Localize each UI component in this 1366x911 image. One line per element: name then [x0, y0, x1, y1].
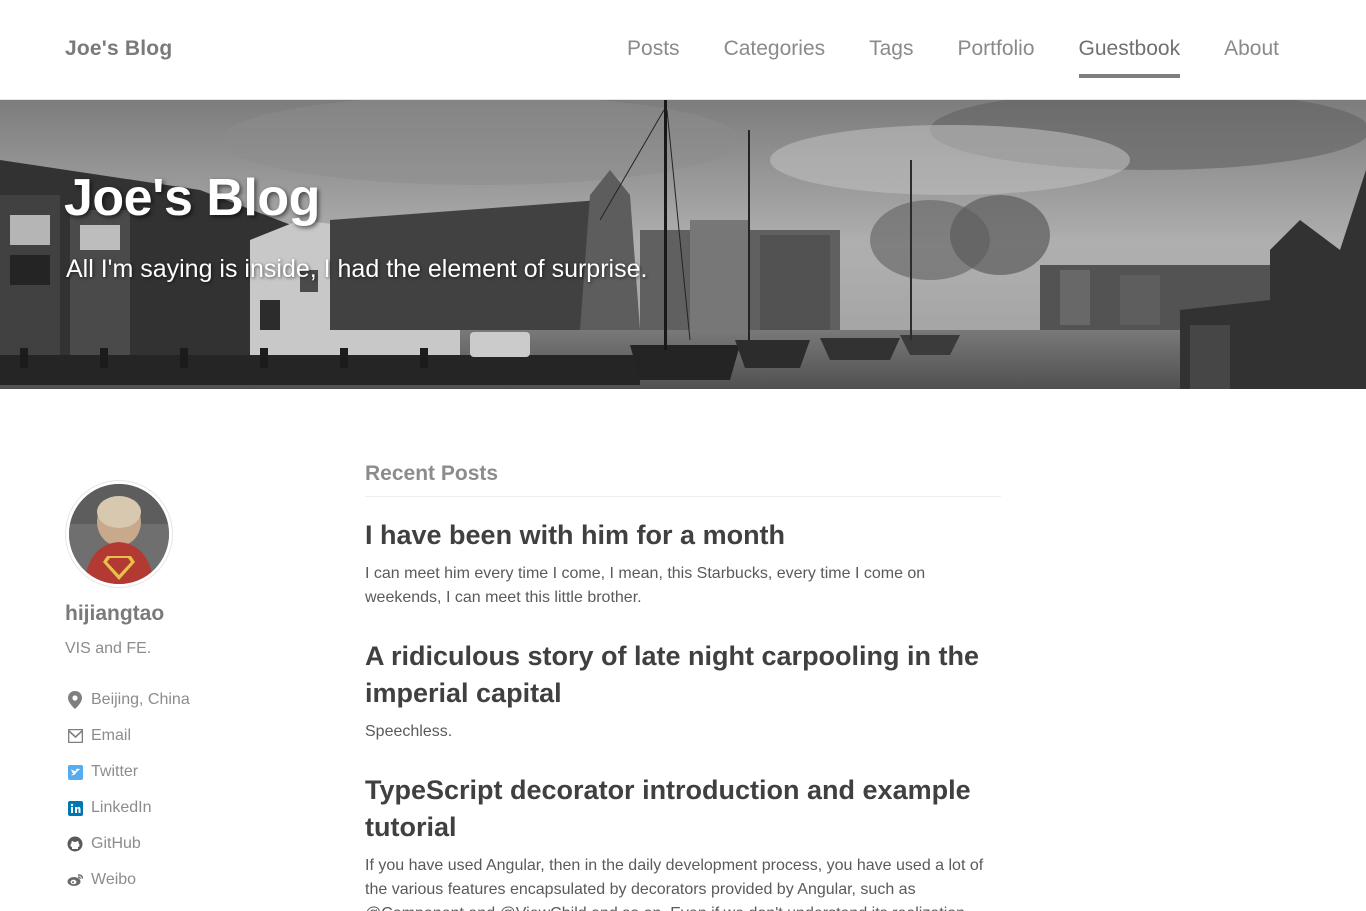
github-item[interactable]: GitHub — [66, 826, 190, 862]
email-link[interactable]: Email — [91, 727, 131, 745]
weibo-link[interactable]: Weibo — [91, 871, 136, 889]
post-title-link[interactable]: A ridiculous story of late night carpool… — [365, 641, 979, 708]
email-icon — [66, 727, 84, 745]
post-item: TypeScript decorator introduction and ex… — [365, 772, 1001, 911]
post-title-link[interactable]: I have been with him for a month — [365, 520, 785, 550]
post-item: A ridiculous story of late night carpool… — [365, 638, 1001, 744]
location-label: Beijing, China — [91, 691, 190, 708]
nav-about[interactable]: About — [1224, 36, 1279, 78]
hero-subtitle: All I'm saying is inside, I had the elem… — [66, 255, 648, 283]
github-link[interactable]: GitHub — [91, 835, 141, 853]
post-title-link[interactable]: TypeScript decorator introduction and ex… — [365, 775, 971, 842]
post-item: I have been with him for a month I can m… — [365, 517, 1001, 610]
nav-categories[interactable]: Categories — [724, 36, 826, 78]
nav-portfolio[interactable]: Portfolio — [957, 36, 1034, 78]
profile-bio: VIS and FE. — [65, 640, 152, 657]
location-item: Beijing, China — [66, 682, 190, 718]
email-item[interactable]: Email — [66, 718, 190, 754]
nav-posts[interactable]: Posts — [627, 36, 680, 78]
profile-username: hijiangtao — [65, 602, 165, 625]
post-excerpt: I can meet him every time I come, I mean… — [365, 565, 926, 606]
post-excerpt: If you have used Angular, then in the da… — [365, 857, 984, 911]
recent-posts-section: Recent Posts I have been with him for a … — [365, 462, 1001, 911]
linkedin-item[interactable]: LinkedIn — [66, 790, 190, 826]
post-excerpt: Speechless. — [365, 723, 453, 740]
section-title: Recent Posts — [365, 462, 1001, 497]
nav-guestbook[interactable]: Guestbook — [1078, 36, 1181, 78]
avatar — [66, 481, 172, 587]
weibo-item[interactable]: Weibo — [66, 862, 190, 898]
github-icon — [66, 835, 84, 853]
twitter-link[interactable]: Twitter — [91, 763, 138, 781]
brand-link[interactable]: Joe's Blog — [65, 37, 172, 61]
linkedin-icon — [66, 799, 84, 817]
avatar-image — [69, 484, 169, 584]
linkedin-link[interactable]: LinkedIn — [91, 799, 152, 817]
twitter-item[interactable]: Twitter — [66, 754, 190, 790]
profile-links: Beijing, China Email Twitter LinkedIn Gi… — [66, 682, 190, 898]
main-nav: Posts Categories Tags Portfolio Guestboo… — [627, 36, 1279, 78]
hero-title: Joe's Blog — [64, 169, 320, 227]
hero-background-image — [0, 100, 1366, 389]
location-pin-icon — [66, 691, 84, 709]
weibo-icon — [66, 871, 84, 889]
nav-tags[interactable]: Tags — [869, 36, 913, 78]
twitter-icon — [66, 763, 84, 781]
navbar: Joe's Blog Posts Categories Tags Portfol… — [0, 0, 1366, 100]
hero-banner: Joe's Blog All I'm saying is inside, I h… — [0, 100, 1366, 389]
